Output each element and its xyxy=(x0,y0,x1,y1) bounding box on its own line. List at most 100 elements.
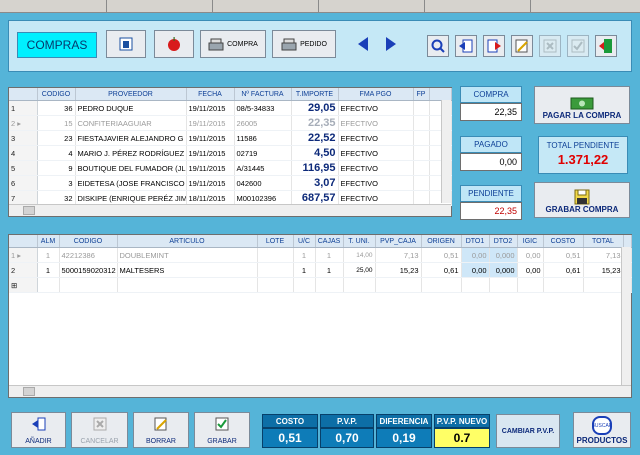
column-header[interactable]: PROVEEDOR xyxy=(75,88,187,101)
document-button[interactable] xyxy=(106,30,146,58)
lines-vertical-scrollbar[interactable] xyxy=(621,247,631,385)
pedido-label: PEDIDO xyxy=(300,40,327,48)
transfer-button[interactable] xyxy=(483,35,505,57)
lines-horizontal-scrollbar[interactable] xyxy=(9,385,631,397)
total-pendiente-box: TOTAL PENDIENTE 1.371,22 xyxy=(538,136,628,174)
cancel-toolbar-button[interactable] xyxy=(539,35,561,57)
column-header[interactable]: COSTO xyxy=(543,235,584,248)
add-arrow-icon xyxy=(31,417,45,431)
cell-lote[interactable] xyxy=(257,262,294,278)
exit-door-icon xyxy=(599,39,612,53)
column-header[interactable]: CAJAS xyxy=(315,235,344,248)
column-header[interactable]: ARTICULO xyxy=(117,235,258,248)
row-number-text: 2 xyxy=(11,118,16,128)
import-button[interactable] xyxy=(455,35,477,57)
exit-button[interactable] xyxy=(595,35,617,57)
pvp-nuevo-input[interactable]: 0.7 xyxy=(434,428,490,448)
cell-proveedor: BOUTIQUE DEL FUMADOR (JL xyxy=(75,160,187,176)
column-header[interactable]: LOTE xyxy=(257,235,294,248)
arrow-left-icon xyxy=(358,37,368,51)
cell-articulo: DOUBLEMINT xyxy=(117,247,258,263)
purchases-vertical-scrollbar[interactable] xyxy=(441,100,451,203)
row-pointer-icon: ▸ xyxy=(17,118,22,128)
buscar-productos-icon: BUSCAR xyxy=(592,416,612,435)
row-pointer-icon: ▸ xyxy=(17,250,22,260)
previous-arrow-button[interactable] xyxy=(356,36,370,52)
floppy-disk-icon xyxy=(574,189,590,205)
column-header[interactable]: DTO2 xyxy=(489,235,518,248)
cell-codigo: 5000159020312 xyxy=(59,262,118,278)
cancelar-label: CANCELAR xyxy=(80,438,119,445)
purchases-horizontal-scrollbar[interactable] xyxy=(9,204,451,216)
row-number: 4 xyxy=(9,145,38,161)
pedido-button[interactable]: PEDIDO xyxy=(272,30,336,58)
next-arrow-button[interactable] xyxy=(384,36,398,52)
costo-value: 0,51 xyxy=(262,428,318,448)
column-header[interactable]: PVP_CAJA xyxy=(375,235,422,248)
table-row[interactable]: 2 1 5000159020312 MALTESERS 1 1 25,00 15… xyxy=(9,262,632,278)
pagar-compra-button[interactable]: PAGAR LA COMPRA xyxy=(534,86,630,124)
cell-proveedor: MARIO J. PÉREZ RODRÍGUEZ xyxy=(75,145,187,161)
column-header[interactable] xyxy=(9,235,38,248)
compra-total-label: COMPRA xyxy=(460,86,522,103)
cell-dto1: 0,00 xyxy=(461,247,490,263)
table-row[interactable]: 1 36 PEDRO DUQUE 19/11/2015 08/5-34833 2… xyxy=(9,100,452,116)
column-header[interactable]: ORIGEN xyxy=(421,235,462,248)
table-row[interactable]: 6 3 EIDETESA (JOSE FRANCISCO 19/11/2015 … xyxy=(9,175,452,191)
pagado-label: PAGADO xyxy=(460,136,522,153)
column-header[interactable]: TOTAL xyxy=(583,235,624,248)
cell-codigo: 4 xyxy=(37,145,76,161)
table-row[interactable]: 3 23 FIESTAJAVIER ALEJANDRO G 19/11/2015… xyxy=(9,130,452,146)
column-header[interactable]: T.IMPORTE xyxy=(291,88,339,101)
column-header[interactable]: FP xyxy=(413,88,430,101)
column-header[interactable]: FECHA xyxy=(186,88,235,101)
column-header[interactable]: Nº FACTURA xyxy=(234,88,292,101)
lines-header-row: ALM CODIGO ARTICULO LOTE U/C CAJAS T. UN… xyxy=(9,235,632,248)
column-header[interactable]: T. UNI. xyxy=(343,235,376,248)
column-header[interactable]: DTO1 xyxy=(461,235,490,248)
cell-pago: EFECTIVO xyxy=(338,160,414,176)
lines-table: ALM CODIGO ARTICULO LOTE U/C CAJAS T. UN… xyxy=(9,235,632,293)
edit-button[interactable] xyxy=(511,35,533,57)
column-header[interactable] xyxy=(9,88,38,101)
cell-fecha: 19/11/2015 xyxy=(186,130,235,146)
compra-button[interactable]: COMPRA xyxy=(200,30,266,58)
scroll-thumb[interactable] xyxy=(23,387,35,396)
cell-factura: 042600 xyxy=(234,175,292,191)
row-number: 6 xyxy=(9,175,38,191)
column-header[interactable]: CODIGO xyxy=(37,88,76,101)
apple-icon xyxy=(168,37,180,51)
apple-button[interactable] xyxy=(154,30,194,58)
table-row[interactable]: 5 9 BOUTIQUE DEL FUMADOR (JL 19/11/2015 … xyxy=(9,160,452,176)
cell-fp xyxy=(413,130,430,146)
scroll-thumb[interactable] xyxy=(23,206,35,215)
confirm-toolbar-button[interactable] xyxy=(567,35,589,57)
borrar-button[interactable]: BORRAR xyxy=(133,412,189,448)
cell-igic: 0,00 xyxy=(517,247,544,263)
eraser-icon xyxy=(154,417,167,431)
column-header[interactable]: CODIGO xyxy=(59,235,118,248)
column-header[interactable]: FMA PGO xyxy=(338,88,414,101)
column-header[interactable]: IGIC xyxy=(517,235,544,248)
magnifier-icon xyxy=(431,39,445,53)
table-row[interactable]: 4 4 MARIO J. PÉREZ RODRÍGUEZ 19/11/2015 … xyxy=(9,145,452,161)
costo-label: COSTO xyxy=(262,414,318,428)
cash-icon xyxy=(570,97,594,110)
cell-lote[interactable] xyxy=(257,247,294,263)
column-header[interactable]: ALM xyxy=(37,235,60,248)
table-row-selected[interactable]: 1 ▸ 1 42212386 DOUBLEMINT 1 1 14,00 7,13… xyxy=(9,247,632,263)
cell-proveedor: PEDRO DUQUE xyxy=(75,100,187,116)
productos-button[interactable]: BUSCAR PRODUCTOS xyxy=(573,412,631,448)
table-row-selected[interactable]: 2 ▸ 15 CONFITERIAAGUIAR 19/11/2015 26005… xyxy=(9,115,452,131)
search-button[interactable] xyxy=(427,35,449,57)
cell-pvp-caja: 15,23 xyxy=(375,262,422,278)
cambiar-pvp-button[interactable]: CAMBIAR P.V.P. xyxy=(496,414,560,448)
grabar-compra-button[interactable]: GRABAR COMPRA xyxy=(534,182,630,218)
anadir-button[interactable]: AÑADIR xyxy=(11,412,66,448)
cancelar-button[interactable]: CANCELAR xyxy=(71,412,128,448)
cell-codigo: 3 xyxy=(37,175,76,191)
column-header[interactable]: U/C xyxy=(293,235,316,248)
new-row[interactable]: ⊞ xyxy=(9,277,632,293)
grabar-button[interactable]: GRABAR xyxy=(194,412,250,448)
close-icon xyxy=(543,39,557,53)
